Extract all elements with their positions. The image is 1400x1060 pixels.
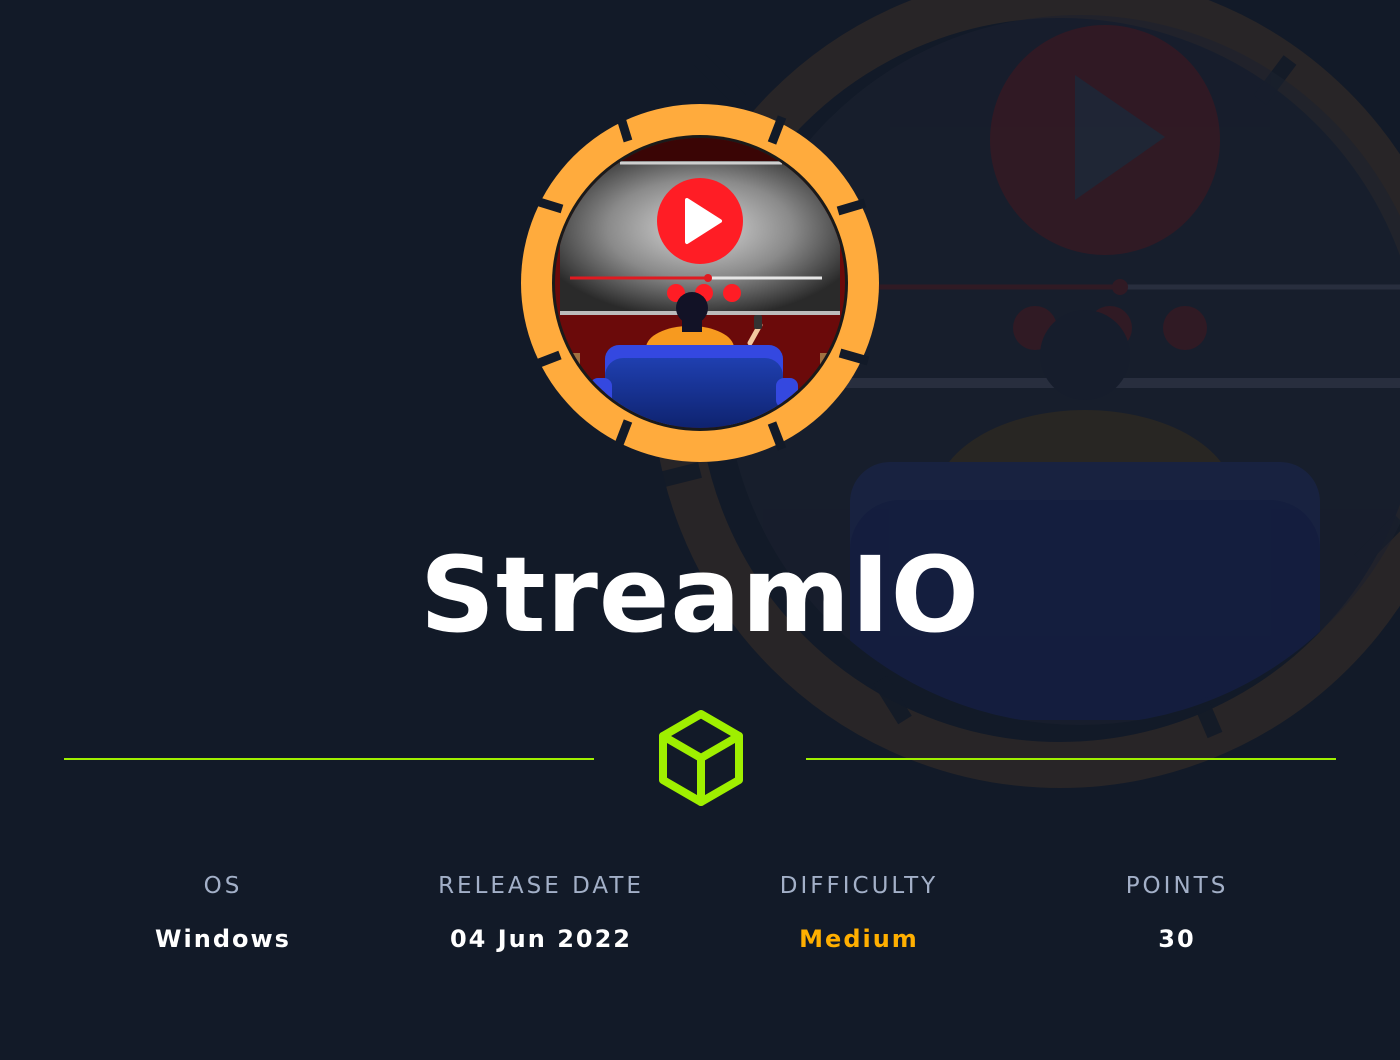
machine-stats: OS Windows RELEASE DATE 04 Jun 2022 DIFF… bbox=[64, 866, 1336, 976]
stat-release-date: RELEASE DATE 04 Jun 2022 bbox=[382, 866, 700, 959]
stat-difficulty: DIFFICULTY Medium bbox=[700, 866, 1018, 959]
machine-avatar bbox=[521, 104, 879, 462]
stat-os: OS Windows bbox=[64, 866, 382, 959]
divider-right bbox=[806, 758, 1336, 760]
stat-label-os: OS bbox=[203, 873, 243, 899]
stat-value-difficulty: Medium bbox=[799, 925, 919, 953]
divider-left bbox=[64, 758, 594, 760]
machine-title: StreamIO bbox=[419, 534, 981, 656]
stat-points: POINTS 30 bbox=[1018, 866, 1336, 959]
stat-value-os: Windows bbox=[155, 925, 291, 953]
cube-icon bbox=[659, 710, 743, 806]
stat-value-release-date: 04 Jun 2022 bbox=[449, 925, 632, 953]
stat-label-points: POINTS bbox=[1125, 873, 1229, 899]
stat-value-points: 30 bbox=[1158, 925, 1196, 953]
stat-label-release-date: RELEASE DATE bbox=[438, 873, 644, 899]
stat-label-difficulty: DIFFICULTY bbox=[779, 873, 939, 899]
